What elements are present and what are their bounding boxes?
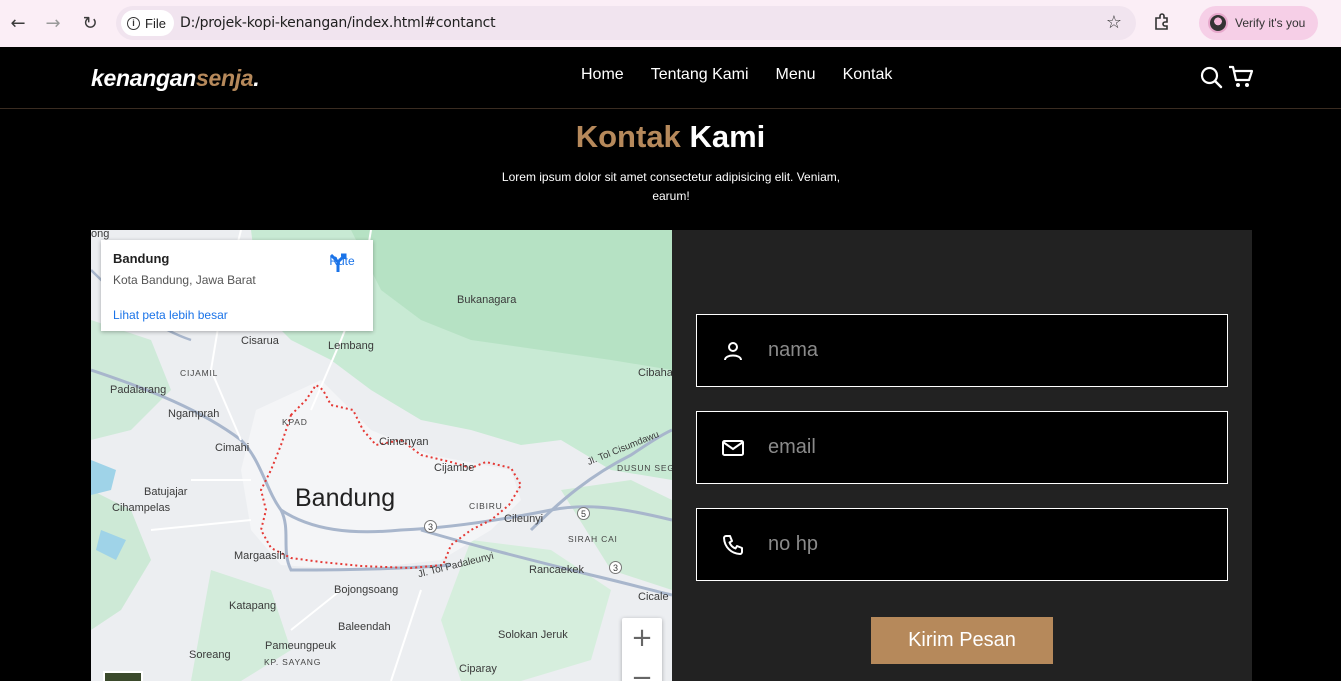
user-icon — [721, 339, 745, 363]
map-label-ciparay: Ciparay — [459, 663, 497, 675]
extensions-icon[interactable] — [1152, 12, 1172, 32]
map-label-batujajar: Batujajar — [144, 486, 188, 498]
map-zoom-control: + − — [622, 618, 662, 681]
map-route-3b-badge: 3 — [609, 561, 622, 574]
map-label-soreang: Soreang — [189, 649, 231, 661]
logo-main: kenangan — [91, 65, 196, 91]
email-placeholder: email — [768, 436, 816, 458]
map-label-cicale: Cicale — [638, 591, 669, 603]
map-label-padalarang: Padalarang — [110, 384, 167, 396]
map-label-bandung: Bandung — [295, 484, 396, 512]
phone-field[interactable]: no hp — [696, 508, 1228, 581]
info-icon: i — [127, 16, 140, 30]
phone-placeholder: no hp — [768, 533, 819, 555]
map-label-dusun-sega: DUSUN SEGA — [617, 463, 672, 473]
url-text[interactable]: D:/projek-kopi-kenangan/index.html#conta… — [180, 15, 496, 31]
map-label-ong: ong — [91, 230, 110, 240]
send-message-button[interactable]: Kirim Pesan — [871, 617, 1053, 664]
map-label-cimenyan: Cimenyan — [379, 436, 429, 448]
map-label-katapang: Katapang — [229, 600, 277, 612]
contact-form: nama email no hp Kirim Pesan — [672, 230, 1252, 681]
map-label-baleendah: Baleendah — [338, 621, 391, 633]
mail-icon — [721, 436, 745, 460]
map-label-cijamil: CIJAMIL — [180, 368, 219, 378]
phone-icon — [721, 533, 745, 557]
file-label: File — [145, 15, 166, 31]
map-label-cibiru: CIBIRU — [469, 501, 503, 511]
map-label-lembang: Lembang — [328, 340, 374, 352]
map-label-pameungpeuk: Pameungpeuk — [265, 640, 336, 652]
map-route-5-badge: 5 — [577, 507, 590, 520]
map-label-margaasih: Margaasih — [234, 550, 286, 562]
avatar — [1208, 13, 1228, 33]
route-button[interactable]: Rute — [327, 252, 357, 272]
logo[interactable]: kenangansenja. — [91, 65, 260, 92]
map-embed[interactable]: ong Bukanagara Cisarua Lembang CIJAMIL P… — [91, 230, 672, 681]
map-label-cimahi: Cimahi — [215, 442, 250, 454]
map-route-3-badge: 3 — [424, 520, 437, 533]
zoom-out-icon[interactable]: − — [622, 658, 662, 681]
browser-toolbar: ← → ↻ i File D:/projek-kopi-kenangan/ind… — [0, 0, 1341, 47]
map-label-rancaekek: Rancaekek — [529, 564, 585, 576]
view-larger-map-link[interactable]: Lihat peta lebih besar — [113, 308, 228, 322]
email-field[interactable]: email — [696, 411, 1228, 484]
place-title: Bandung — [113, 251, 170, 266]
shopping-cart-icon[interactable] — [1228, 64, 1254, 95]
map-place-card: Bandung Kota Bandung, Jawa Barat Lihat p… — [101, 240, 373, 331]
map-label-kpad: KPAD — [282, 417, 308, 427]
title-main: Kami — [689, 119, 766, 154]
map-label-kp-sayang: KP. SAYANG — [264, 657, 322, 667]
address-bar[interactable]: i File D:/projek-kopi-kenangan/index.htm… — [116, 6, 1136, 40]
nav-kontak[interactable]: Kontak — [843, 66, 893, 84]
map-label-cileunyi: Cileunyi — [504, 513, 544, 525]
map-label-cijambe: Cijambe — [434, 462, 475, 474]
site-header: kenangansenja. Home Tentang Kami Menu Ko… — [0, 47, 1341, 109]
search-icon[interactable] — [1199, 65, 1223, 94]
map-label-solokan-jeruk: Solokan Jeruk — [498, 629, 568, 641]
map-label-cihampelas: Cihampelas — [112, 502, 171, 514]
map-layer-thumbnail[interactable] — [103, 671, 143, 681]
nav-home[interactable]: Home — [581, 66, 624, 84]
map-label-cisarua: Cisarua — [241, 335, 279, 347]
section-title: Kontak Kami — [0, 119, 1341, 155]
reload-icon[interactable]: ↻ — [79, 12, 101, 34]
map-label-bukanagara: Bukanagara — [457, 294, 517, 306]
zoom-in-icon[interactable]: + — [622, 618, 662, 658]
nav-tentang-kami[interactable]: Tentang Kami — [651, 66, 749, 84]
forward-icon[interactable]: → — [42, 12, 64, 34]
map-label-bojongsoang: Bojongsoang — [334, 584, 399, 596]
name-placeholder: nama — [768, 339, 819, 361]
profile-chip[interactable]: Verify it's you — [1199, 6, 1318, 40]
title-accent: Kontak — [575, 119, 681, 154]
site-info-chip[interactable]: i File — [121, 10, 174, 36]
main-nav: Home Tentang Kami Menu Kontak — [581, 66, 892, 84]
logo-dot: . — [253, 65, 260, 91]
map-label-cibaha: Cibaha — [638, 367, 672, 379]
back-icon[interactable]: ← — [7, 12, 29, 34]
bookmark-star-icon[interactable]: ☆ — [1106, 12, 1122, 33]
map-label-sirah-cai: SIRAH CAI — [568, 534, 618, 544]
nav-menu[interactable]: Menu — [776, 66, 816, 84]
profile-label: Verify it's you — [1235, 16, 1306, 30]
section-subtitle: Lorem ipsum dolor sit amet consectetur a… — [501, 170, 841, 203]
place-subtitle: Kota Bandung, Jawa Barat — [113, 273, 256, 287]
map-label-ngamprah: Ngamprah — [168, 408, 220, 420]
name-field[interactable]: nama — [696, 314, 1228, 387]
logo-accent: senja — [195, 65, 254, 91]
